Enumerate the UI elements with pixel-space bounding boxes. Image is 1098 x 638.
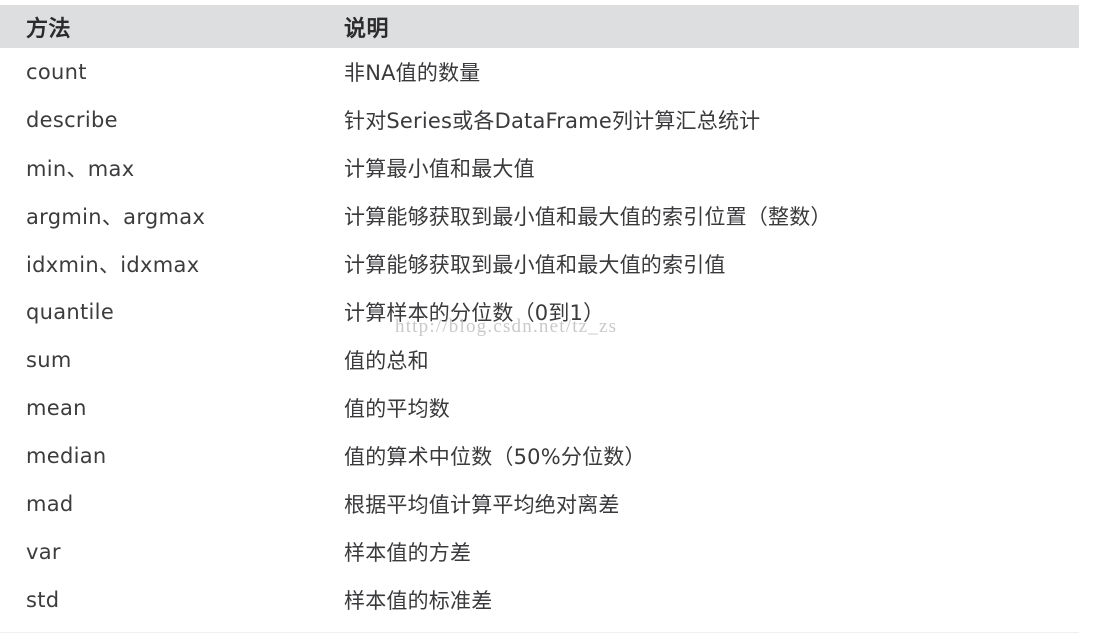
cell-method: argmin、argmax (0, 192, 322, 240)
table-row: var 样本值的方差 (0, 528, 1079, 576)
table-bottom-divider (0, 632, 1079, 633)
table-header: 方法 说明 (0, 5, 1079, 48)
table-row: std 样本值的标准差 (0, 576, 1079, 624)
cell-description: 计算最小值和最大值 (322, 144, 1079, 192)
cell-method: median (0, 432, 322, 480)
cell-description: 计算能够获取到最小值和最大值的索引位置（整数） (322, 192, 1079, 240)
table-row: mad 根据平均值计算平均绝对离差 (0, 480, 1079, 528)
table-row: count 非NA值的数量 (0, 48, 1079, 96)
cell-method: std (0, 576, 322, 624)
cell-method: quantile (0, 288, 322, 336)
cell-method: count (0, 48, 322, 96)
table-row: quantile 计算样本的分位数（0到1） (0, 288, 1079, 336)
cell-method: idxmin、idxmax (0, 240, 322, 288)
table-row: min、max 计算最小值和最大值 (0, 144, 1079, 192)
cell-description: 根据平均值计算平均绝对离差 (322, 480, 1079, 528)
cell-description: 值的算术中位数（50%分位数） (322, 432, 1079, 480)
cell-method: mad (0, 480, 322, 528)
cell-method: sum (0, 336, 322, 384)
cell-method: var (0, 528, 322, 576)
table-row: argmin、argmax 计算能够获取到最小值和最大值的索引位置（整数） (0, 192, 1079, 240)
cell-description: 针对Series或各DataFrame列计算汇总统计 (322, 96, 1079, 144)
table-row: idxmin、idxmax 计算能够获取到最小值和最大值的索引值 (0, 240, 1079, 288)
cell-description: 值的平均数 (322, 384, 1079, 432)
cell-method: mean (0, 384, 322, 432)
table-row: mean 值的平均数 (0, 384, 1079, 432)
cell-description: 计算能够获取到最小值和最大值的索引值 (322, 240, 1079, 288)
cell-description: 样本值的方差 (322, 528, 1079, 576)
cell-description: 样本值的标准差 (322, 576, 1079, 624)
table-header-row: 方法 说明 (0, 5, 1079, 48)
cell-method: describe (0, 96, 322, 144)
cell-description: 计算样本的分位数（0到1） (322, 288, 1079, 336)
table-row: sum 值的总和 (0, 336, 1079, 384)
cell-method: min、max (0, 144, 322, 192)
cell-description: 值的总和 (322, 336, 1079, 384)
methods-table-container: 方法 说明 count 非NA值的数量 describe 针对Series或各D… (0, 0, 1098, 638)
column-header-description: 说明 (344, 16, 390, 42)
table-row: describe 针对Series或各DataFrame列计算汇总统计 (0, 96, 1079, 144)
pandas-descriptive-stats-table: 方法 说明 count 非NA值的数量 describe 针对Series或各D… (0, 5, 1079, 624)
column-header-method: 方法 (26, 16, 72, 42)
table-row: median 值的算术中位数（50%分位数） (0, 432, 1079, 480)
cell-description: 非NA值的数量 (322, 48, 1079, 96)
table-body: count 非NA值的数量 describe 针对Series或各DataFra… (0, 48, 1079, 624)
